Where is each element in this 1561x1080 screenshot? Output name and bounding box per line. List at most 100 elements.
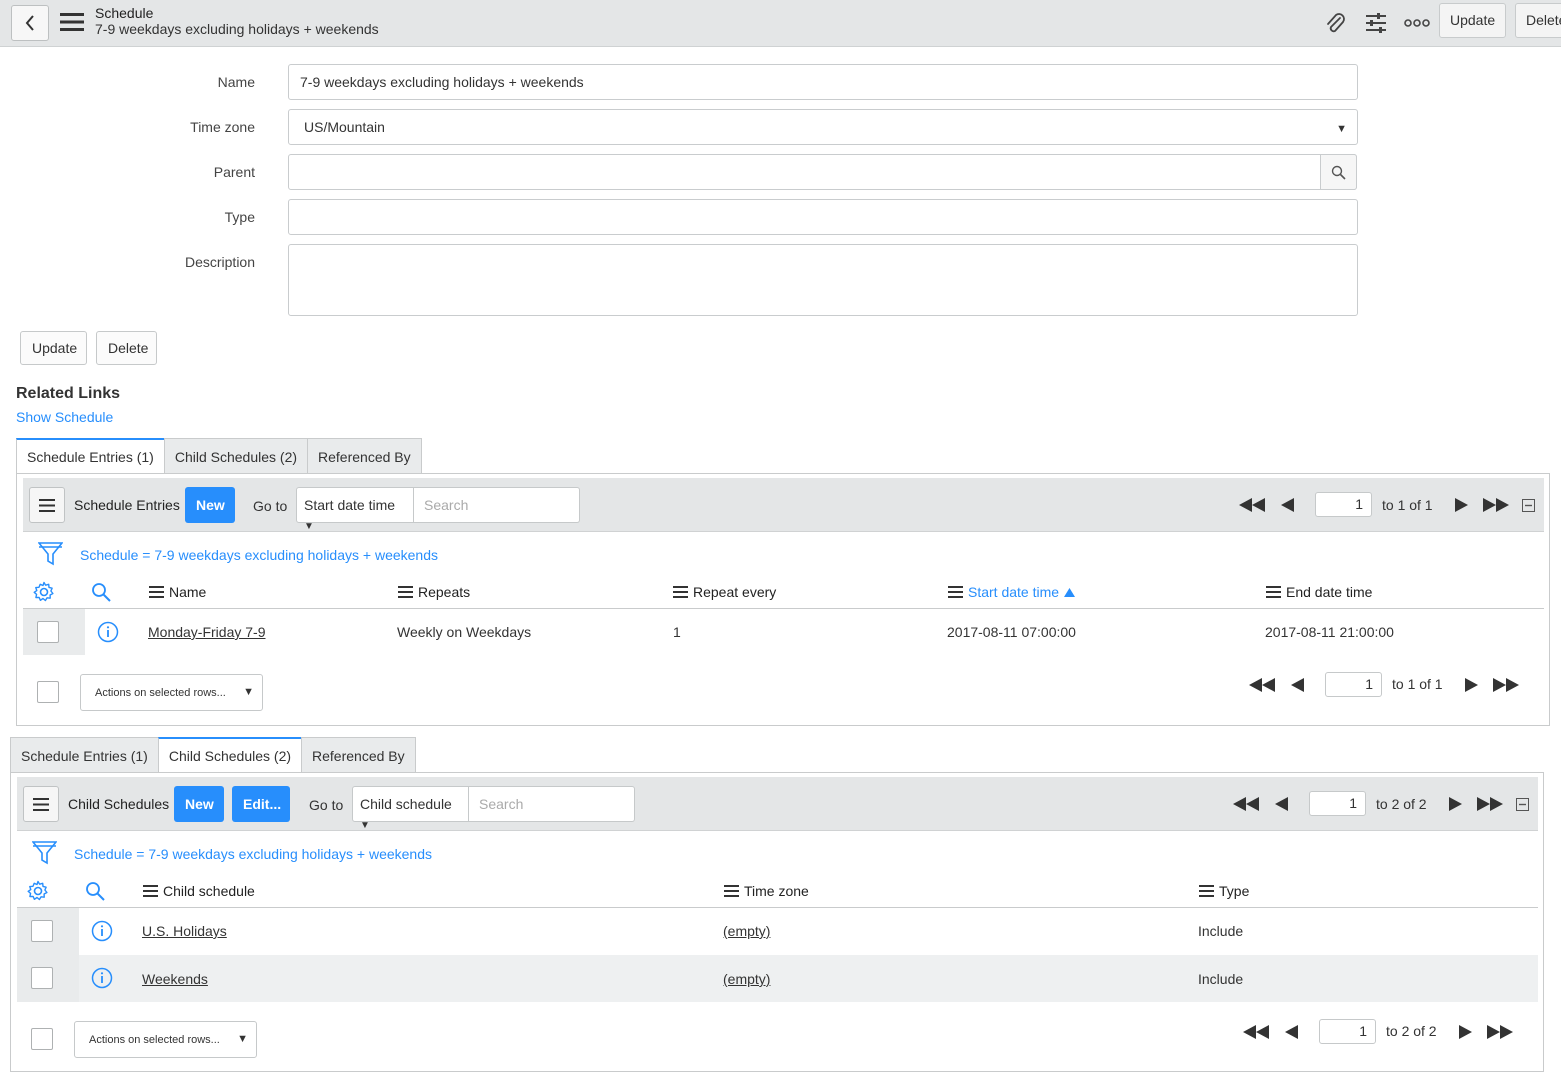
footer-page-input[interactable]: 1 [1325,672,1382,697]
tab-referenced-by[interactable]: Referenced By [301,737,416,772]
filter-icon[interactable] [38,541,63,566]
first-page-icon[interactable] [1249,677,1275,693]
select-all-checkbox[interactable] [37,681,59,703]
actions-select[interactable]: Actions on selected rows... ▼ [80,674,263,711]
menu-icon[interactable] [60,12,84,32]
prev-page-icon[interactable] [1274,497,1300,513]
name-label: Name [217,74,255,90]
back-button[interactable] [11,5,49,41]
actions-select[interactable]: Actions on selected rows... ▼ [74,1021,257,1058]
row-timezone-link[interactable]: (empty) [723,923,770,939]
row-timezone-link[interactable]: (empty) [723,971,770,987]
list-menu-button[interactable] [23,786,59,822]
related-list-tabs: Schedule Entries (1) Child Schedules (2)… [16,438,422,474]
show-schedule-link[interactable]: Show Schedule [16,409,113,425]
column-header-start-date-time[interactable]: Start date time [948,584,1076,600]
list-menu-button[interactable] [29,487,65,523]
list-search-input[interactable]: Search [414,487,580,523]
list-search-input[interactable]: Search [469,786,635,822]
last-page-icon[interactable] [1477,796,1503,812]
footer-page-input[interactable]: 1 [1319,1019,1376,1044]
table-row [17,955,1538,1002]
form-title: Schedule [95,5,154,21]
new-button[interactable]: New [185,487,235,523]
first-page-icon[interactable] [1243,1024,1269,1040]
first-page-icon[interactable] [1233,796,1259,812]
name-field[interactable]: 7-9 weekdays excluding holidays + weeken… [288,64,1358,100]
new-button[interactable]: New [174,786,224,822]
row-checkbox[interactable] [31,967,53,989]
timezone-label: Time zone [190,119,255,135]
edit-button[interactable]: Edit... [232,786,290,822]
tab-child-schedules[interactable]: Child Schedules (2) [157,737,303,773]
row-checkbox[interactable] [37,621,59,643]
parent-lookup-button[interactable] [1320,154,1357,190]
column-header-name[interactable]: Name [149,584,206,600]
row-child-link[interactable]: Weekends [142,971,208,987]
tab-child-schedules[interactable]: Child Schedules (2) [163,438,309,473]
last-page-icon[interactable] [1493,677,1519,693]
prev-page-icon[interactable] [1284,677,1310,693]
search-icon [1331,165,1346,180]
prev-page-icon[interactable] [1278,1024,1304,1040]
collapse-icon[interactable] [1522,499,1535,512]
personalize-button[interactable] [1362,9,1390,37]
collapse-icon[interactable] [1516,798,1529,811]
type-field[interactable] [288,199,1358,235]
info-icon[interactable] [91,967,113,989]
last-page-icon[interactable] [1487,1024,1513,1040]
last-page-icon[interactable] [1483,497,1509,513]
row-checkbox[interactable] [31,920,53,942]
attachment-button[interactable] [1321,9,1349,37]
row-repeats: Weekly on Weekdays [397,624,532,640]
chevron-down-icon: ▼ [1336,123,1347,135]
filter-icon[interactable] [32,840,57,865]
parent-field[interactable] [288,154,1357,190]
next-page-icon[interactable] [1442,796,1468,812]
footer-page-count: to 2 of 2 [1386,1023,1437,1039]
first-page-icon[interactable] [1239,497,1265,513]
gear-icon[interactable] [27,880,49,902]
filter-breadcrumb[interactable]: Schedule = 7-9 weekdays excluding holida… [80,547,438,563]
select-all-checkbox[interactable] [31,1028,53,1050]
tab-schedule-entries[interactable]: Schedule Entries (1) [10,737,159,772]
page-count: to 2 of 2 [1376,796,1427,812]
filter-breadcrumb[interactable]: Schedule = 7-9 weekdays excluding holida… [74,846,432,862]
update-button[interactable]: Update [20,331,87,365]
goto-field-select[interactable]: Child schedule ▼ [352,786,469,831]
description-label: Description [184,254,255,270]
timezone-select[interactable]: US/Mountain ▼ [288,109,1358,145]
next-page-icon[interactable] [1458,677,1484,693]
page-input[interactable]: 1 [1315,492,1372,517]
column-header-type[interactable]: Type [1199,883,1249,899]
header-delete-button[interactable]: Delete [1515,3,1561,38]
next-page-icon[interactable] [1452,1024,1478,1040]
form-subtitle: 7-9 weekdays excluding holidays + weeken… [95,21,379,37]
chevron-down-icon: ▼ [237,1033,248,1045]
description-field[interactable] [288,244,1358,316]
list-title: Schedule Entries [74,497,180,513]
info-icon[interactable] [97,621,119,643]
search-icon[interactable] [91,582,111,602]
more-options-button[interactable] [1403,9,1431,37]
tab-schedule-entries[interactable]: Schedule Entries (1) [16,438,165,474]
prev-page-icon[interactable] [1268,796,1294,812]
goto-field-select[interactable]: Start date time ▼ [296,487,414,532]
column-header-repeat-every[interactable]: Repeat every [673,584,776,600]
next-page-icon[interactable] [1448,497,1474,513]
info-icon[interactable] [91,920,113,942]
column-header-child-schedule[interactable]: Child schedule [143,883,255,899]
delete-button[interactable]: Delete [96,331,157,365]
header-update-button[interactable]: Update [1439,3,1506,38]
row-name-link[interactable]: Monday-Friday 7-9 [148,624,266,640]
column-header-time-zone[interactable]: Time zone [724,883,809,899]
column-header-end-date-time[interactable]: End date time [1266,584,1372,600]
page-input[interactable]: 1 [1309,791,1366,816]
header-divider [23,608,1544,609]
search-icon[interactable] [85,881,105,901]
gear-icon[interactable] [33,581,55,603]
tab-referenced-by[interactable]: Referenced By [307,438,422,473]
row-child-link[interactable]: U.S. Holidays [142,923,227,939]
column-header-repeats[interactable]: Repeats [398,584,470,600]
settings-sliders-icon [1366,13,1386,33]
